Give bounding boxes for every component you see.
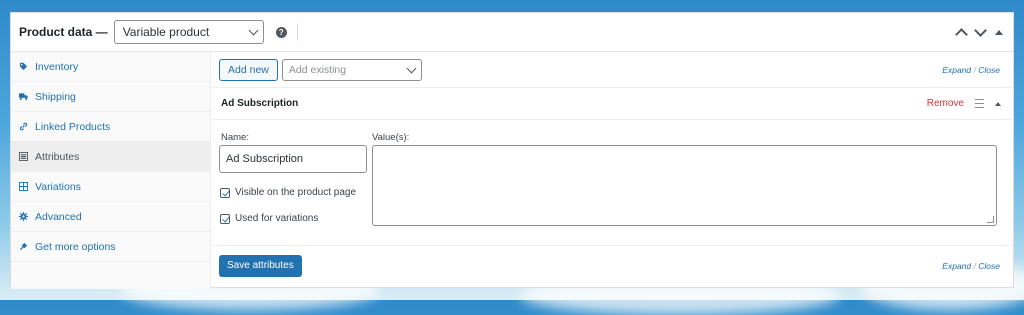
- attributes-toolbar: Add new Add existing Expand / Close: [211, 52, 1013, 88]
- attribute-name-input[interactable]: Ad Subscription: [219, 145, 367, 173]
- expand-close-links: Expand / Close: [942, 261, 1000, 271]
- resize-handle-icon[interactable]: [987, 216, 994, 223]
- move-down-icon[interactable]: [974, 23, 987, 37]
- grid-icon: [19, 182, 28, 191]
- plug-icon: [19, 242, 28, 251]
- tab-variations[interactable]: Variations: [11, 172, 210, 202]
- tab-label: Linked Products: [35, 120, 111, 133]
- tab-inventory[interactable]: Inventory: [11, 52, 210, 82]
- checkbox-checked-icon[interactable]: [220, 187, 230, 198]
- variations-label: Used for variations: [235, 213, 319, 224]
- add-existing-select[interactable]: Add existing: [281, 58, 422, 81]
- chevron-down-icon: [406, 63, 417, 73]
- visible-label: Visible on the product page: [235, 187, 357, 198]
- expand-link[interactable]: Expand: [942, 261, 971, 271]
- tab-shipping[interactable]: Shipping: [11, 82, 210, 112]
- separator: /: [973, 64, 976, 75]
- move-up-icon[interactable]: [955, 28, 968, 41]
- drag-handle-icon[interactable]: [975, 99, 984, 108]
- attribute-values-textarea[interactable]: [372, 145, 997, 226]
- collapse-toggle-icon[interactable]: [995, 29, 1003, 35]
- tab-label: Attributes: [35, 150, 80, 163]
- expand-close-links: Expand / Close: [942, 65, 1000, 75]
- close-link[interactable]: Close: [978, 261, 1000, 271]
- values-label: Value(s):: [372, 132, 410, 143]
- product-type-select[interactable]: Variable product: [113, 20, 264, 44]
- product-type-value: Variable product: [122, 25, 210, 39]
- gear-icon: [19, 212, 28, 221]
- attributes-panel: Add new Add existing Expand / Close Ad S…: [211, 52, 1013, 289]
- panel-title: Product data —: [19, 25, 108, 39]
- separator: /: [973, 260, 976, 271]
- tab-get-more-options[interactable]: Get more options: [11, 232, 210, 262]
- chevron-down-icon: [248, 25, 259, 36]
- tag-icon: [19, 62, 28, 71]
- tab-attributes[interactable]: Attributes: [11, 142, 210, 172]
- list-icon: [19, 152, 28, 161]
- tab-label: Inventory: [35, 60, 79, 73]
- add-new-button[interactable]: Add new: [219, 58, 278, 81]
- remove-link[interactable]: Remove: [927, 98, 964, 109]
- product-data-header: Product data — Variable product ?: [11, 13, 1013, 52]
- question-icon[interactable]: ?: [275, 26, 287, 38]
- product-data-panel: Product data — Variable product ? Invent…: [10, 12, 1014, 289]
- attribute-form: Name: Value(s): Ad Subscription Visible …: [211, 120, 1013, 246]
- expand-link[interactable]: Expand: [942, 65, 971, 75]
- visible-on-product-page-checkbox[interactable]: Visible on the product page: [220, 187, 356, 198]
- truck-icon: [19, 92, 28, 101]
- attribute-title: Ad Subscription: [221, 98, 299, 109]
- tab-linked-products[interactable]: Linked Products: [11, 112, 210, 142]
- attributes-footer: Save attributes Expand / Close: [211, 246, 1013, 285]
- name-label: Name:: [221, 132, 249, 143]
- tab-label: Advanced: [35, 210, 82, 223]
- tab-label: Get more options: [35, 240, 116, 253]
- add-existing-placeholder: Add existing: [288, 63, 347, 76]
- checkbox-checked-icon[interactable]: [220, 213, 230, 224]
- attribute-tools: Remove: [927, 98, 1001, 109]
- collapse-attribute-icon[interactable]: [995, 101, 1001, 106]
- tab-advanced[interactable]: Advanced: [11, 202, 210, 232]
- tab-label: Variations: [35, 180, 81, 193]
- product-data-tabs: Inventory Shipping Linked Products Attri…: [11, 52, 211, 289]
- attribute-name-value: Ad Subscription: [226, 153, 304, 165]
- divider: [296, 23, 298, 41]
- save-attributes-button[interactable]: Save attributes: [219, 254, 302, 277]
- attribute-header[interactable]: Ad Subscription Remove: [211, 88, 1013, 120]
- close-link[interactable]: Close: [978, 65, 1000, 75]
- used-for-variations-checkbox[interactable]: Used for variations: [220, 213, 318, 224]
- panel-controls: [955, 13, 1003, 51]
- link-icon: [19, 122, 28, 131]
- tab-label: Shipping: [35, 90, 76, 103]
